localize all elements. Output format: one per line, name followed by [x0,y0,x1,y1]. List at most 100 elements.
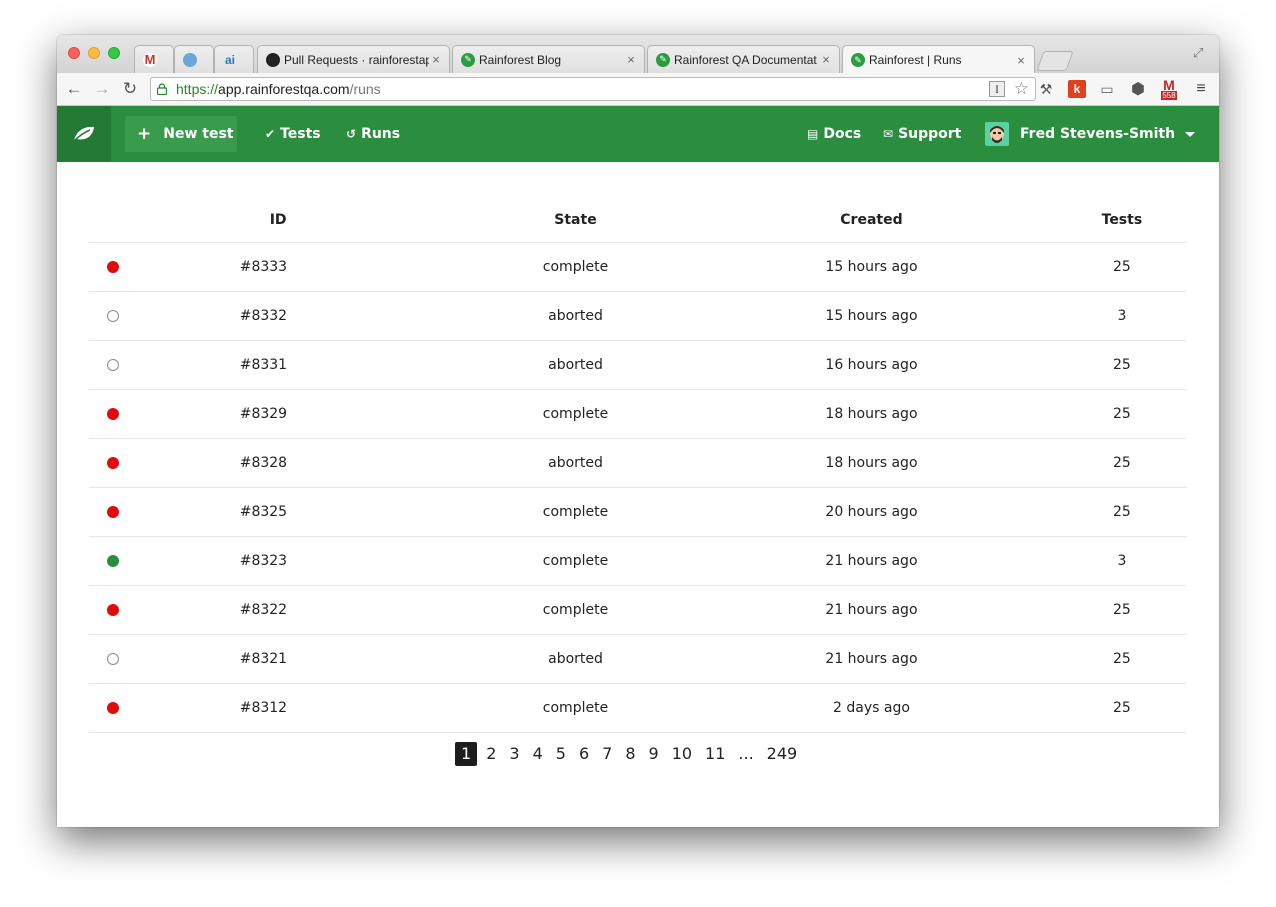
status-aborted-icon [107,653,119,665]
nav-docs-link[interactable]: ▤ Docs [807,106,861,162]
page-link[interactable]: 6 [575,742,593,766]
status-cell [89,438,152,488]
table-row[interactable]: #8321 aborted 21 hours ago 25 [89,634,1187,684]
instapaper-icon[interactable]: I [989,81,1005,97]
cast-icon[interactable]: ▭ [1097,79,1117,99]
new-test-label: New test [163,126,234,142]
created-column-header: Created [686,197,1057,243]
run-tests-cell: 25 [1056,487,1187,537]
tab-rainforest-docs[interactable]: ✎ Rainforest QA Documentat × [647,45,840,73]
new-test-button[interactable]: + New test [125,116,237,152]
page-link[interactable]: 3 [505,742,523,766]
run-tests-cell: 25 [1056,438,1187,488]
rainforest-logo-icon[interactable] [57,106,111,162]
runs-page: ID State Created Tests #8333 complete 15 h… [57,162,1219,827]
page-link[interactable]: 10 [668,742,696,766]
user-name: Fred Stevens-Smith [1020,126,1176,142]
bookmark-star-icon[interactable]: ☆ [1014,78,1029,100]
tab-database[interactable] [174,45,214,73]
klout-extension-icon[interactable]: k [1067,79,1087,99]
tab-close-icon[interactable]: × [624,52,638,67]
status-failed-icon [107,506,119,518]
run-id-cell: #8333 [151,242,465,292]
tab-close-icon[interactable]: × [819,52,833,67]
status-failed-icon [107,457,119,469]
history-icon: ↺ [346,127,357,141]
hexagon-extension-icon[interactable]: ⬢ [1128,79,1148,99]
new-tab-button[interactable] [1036,51,1074,71]
page-link[interactable]: 4 [529,742,547,766]
wrench-icon[interactable]: ⚒ [1036,79,1056,99]
tab-ai[interactable]: ai [214,45,254,73]
page-link-current[interactable]: 1 [455,742,478,766]
status-cell [89,536,152,586]
table-row[interactable]: #8323 complete 21 hours ago 3 [89,536,1187,586]
table-row[interactable]: #8331 aborted 16 hours ago 25 [89,340,1187,390]
table-row[interactable]: #8332 aborted 15 hours ago 3 [89,291,1187,341]
page-link[interactable]: 11 [701,742,729,766]
plus-icon: + [137,124,152,144]
tab-close-icon[interactable]: × [429,52,443,67]
run-tests-cell: 25 [1056,634,1187,684]
status-failed-icon [107,604,119,616]
forward-arrow-icon[interactable]: → [92,79,112,99]
tab-label: Rainforest QA Documentat [674,52,817,67]
nav-tests-link[interactable]: ✔ Tests [265,106,321,162]
run-state-cell: aborted [464,634,687,684]
run-state-cell: complete [464,487,687,537]
table-row[interactable]: #8328 aborted 18 hours ago 25 [89,438,1187,488]
table-row[interactable]: #8312 complete 2 days ago 25 [89,683,1187,733]
run-created-cell: 21 hours ago [686,585,1057,635]
table-row[interactable]: #8325 complete 20 hours ago 25 [89,487,1187,537]
tab-close-icon[interactable]: × [1014,53,1028,68]
browser-window: M ai Pull Requests · rainforestap × ✎ Ra… [57,35,1219,827]
address-bar[interactable]: https://app.rainforestqa.com/runs I ☆ [150,77,1036,101]
page-link[interactable]: 2 [482,742,500,766]
window-maximize-button[interactable] [108,47,120,59]
gmail-icon: M [143,52,157,67]
tab-rainforest-blog[interactable]: ✎ Rainforest Blog × [452,45,645,73]
run-tests-cell: 3 [1056,536,1187,586]
window-close-button[interactable] [68,47,80,59]
table-row[interactable]: #8329 complete 18 hours ago 25 [89,389,1187,439]
page-link-last[interactable]: 249 [763,742,802,766]
window-minimize-button[interactable] [88,47,100,59]
tab-rainforest-runs[interactable]: ✎ Rainforest | Runs × [842,45,1035,74]
fullscreen-icon[interactable]: ⤢ [1193,45,1207,60]
nav-runs-label: Runs [361,126,401,142]
tab-gmail[interactable]: M [134,45,174,73]
table-row[interactable]: #8322 complete 21 hours ago 25 [89,585,1187,635]
id-column-header: ID [151,197,465,243]
run-state-cell: aborted [464,291,687,341]
tab-pull-requests[interactable]: Pull Requests · rainforestap × [257,45,450,73]
back-arrow-icon[interactable]: ← [64,79,84,99]
gmail-checker-icon[interactable]: M 558 [1159,78,1179,100]
run-tests-cell: 25 [1056,683,1187,733]
user-menu[interactable]: Fred Stevens-Smith [985,106,1196,162]
status-cell [89,291,152,341]
tab-label: Rainforest | Runs [869,53,962,67]
nav-runs-link[interactable]: ↺ Runs [346,106,400,162]
status-cell [89,634,152,684]
url-path: /runs [349,81,381,97]
run-tests-cell: 25 [1056,242,1187,292]
table-row[interactable]: #8333 complete 15 hours ago 25 [89,242,1187,292]
lock-icon [157,83,167,95]
rainforest-icon: ✎ [656,52,670,67]
page-link[interactable]: 9 [645,742,663,766]
page-link[interactable]: 5 [552,742,570,766]
nav-support-link[interactable]: ✉ Support [883,106,961,162]
run-id-cell: #8312 [151,683,465,733]
run-state-cell: aborted [464,438,687,488]
run-state-cell: complete [464,242,687,292]
reload-icon[interactable]: ↻ [120,79,140,99]
run-created-cell: 21 hours ago [686,634,1057,684]
url-scheme: https:// [176,81,219,97]
status-failed-icon [107,702,119,714]
page-link[interactable]: 8 [621,742,639,766]
page-link[interactable]: 7 [598,742,616,766]
pagination-ellipsis: ... [738,744,754,763]
status-cell [89,242,152,292]
menu-icon[interactable]: ≡ [1191,79,1211,99]
rainforest-icon: ✎ [851,53,865,67]
